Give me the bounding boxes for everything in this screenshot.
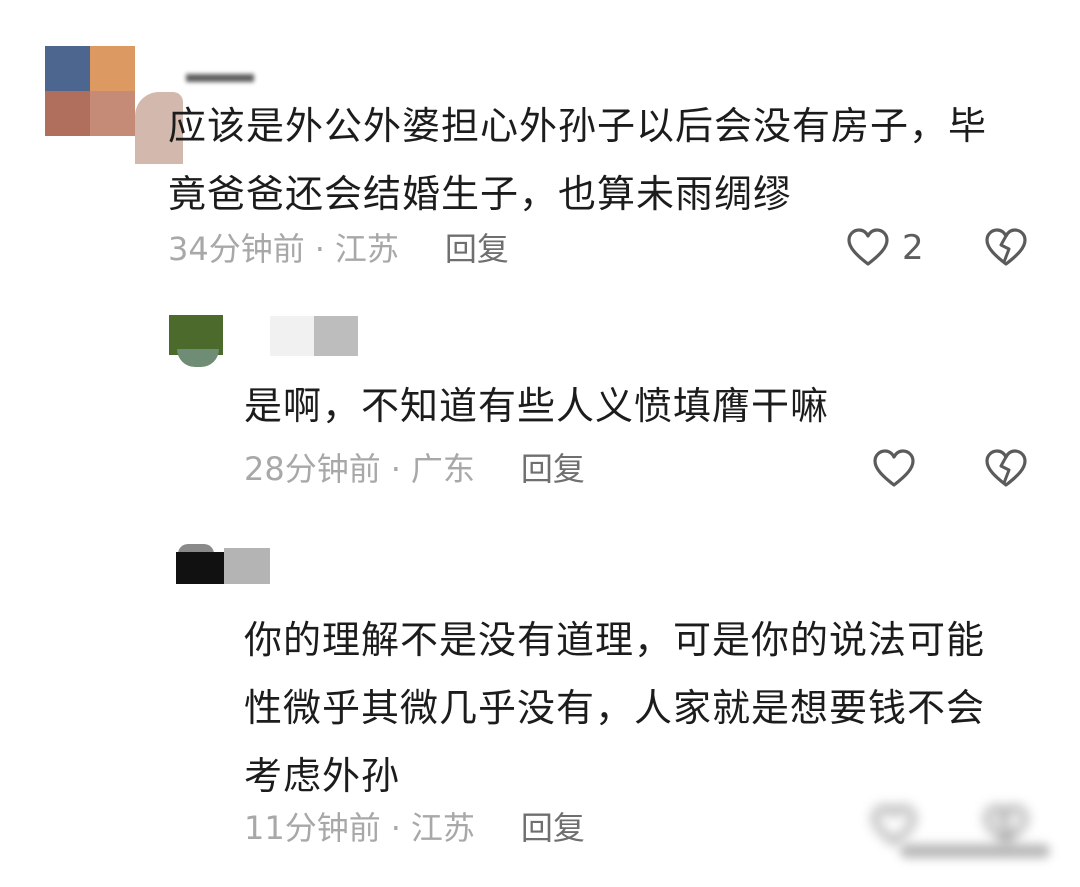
comment-text-line: 应该是外公外婆担心外孙子以后会没有房子，毕	[168, 104, 988, 148]
dislike-button[interactable]	[984, 228, 1028, 268]
location: 江苏	[334, 230, 399, 268]
timestamp: 28分钟前	[244, 450, 381, 488]
username-redacted[interactable]	[186, 74, 254, 82]
avatar[interactable]	[169, 315, 223, 367]
comment-text-line: 竟爸爸还会结婚生子，也算未雨绸缪	[168, 172, 793, 216]
comment-text: 是啊，不知道有些人义愤填膺干嘛	[244, 372, 1044, 440]
comment-meta: 28分钟前 · 广东 回复	[244, 449, 585, 489]
separator-dot: ·	[390, 809, 401, 847]
username-redacted[interactable]	[224, 544, 270, 584]
reply-button[interactable]: 回复	[521, 450, 585, 488]
comment-meta: 34分钟前 · 江苏 回复	[168, 229, 509, 269]
like-button[interactable]: 2	[846, 228, 924, 268]
timestamp: 11分钟前	[244, 809, 381, 847]
broken-heart-icon	[984, 449, 1028, 489]
dislike-button[interactable]	[984, 449, 1028, 489]
comment-text-line: 是啊，不知道有些人义愤填膺干嘛	[244, 384, 830, 428]
username-redacted[interactable]	[270, 316, 358, 356]
heart-outline-icon	[872, 449, 916, 489]
timestamp: 34分钟前	[168, 230, 305, 268]
avatar[interactable]	[176, 544, 224, 584]
reply-button[interactable]: 回复	[445, 230, 509, 268]
like-count: 2	[902, 228, 924, 268]
comment-text: 你的理解不是没有道理，可是你的说法可能 性微乎其微几乎没有，人家就是想要钱不会 …	[244, 606, 1064, 810]
location: 江苏	[410, 809, 475, 847]
avatar[interactable]	[45, 46, 183, 164]
broken-heart-icon	[984, 228, 1028, 268]
location: 广东	[410, 450, 475, 488]
reply-button[interactable]: 回复	[521, 809, 585, 847]
comment-text-line: 性微乎其微几乎没有，人家就是想要钱不会	[244, 686, 986, 730]
comment-meta: 11分钟前 · 江苏 回复	[244, 808, 585, 848]
heart-outline-icon	[846, 228, 890, 268]
comment-text: 应该是外公外婆担心外孙子以后会没有房子，毕 竟爸爸还会结婚生子，也算未雨绸缪	[168, 92, 1068, 228]
comment-text-line: 考虑外孙	[244, 754, 401, 798]
comment-text-line: 你的理解不是没有道理，可是你的说法可能	[244, 618, 986, 662]
separator-dot: ·	[390, 450, 401, 488]
watermark-blurred	[900, 836, 1060, 866]
separator-dot: ·	[314, 230, 325, 268]
like-button[interactable]	[872, 449, 916, 489]
